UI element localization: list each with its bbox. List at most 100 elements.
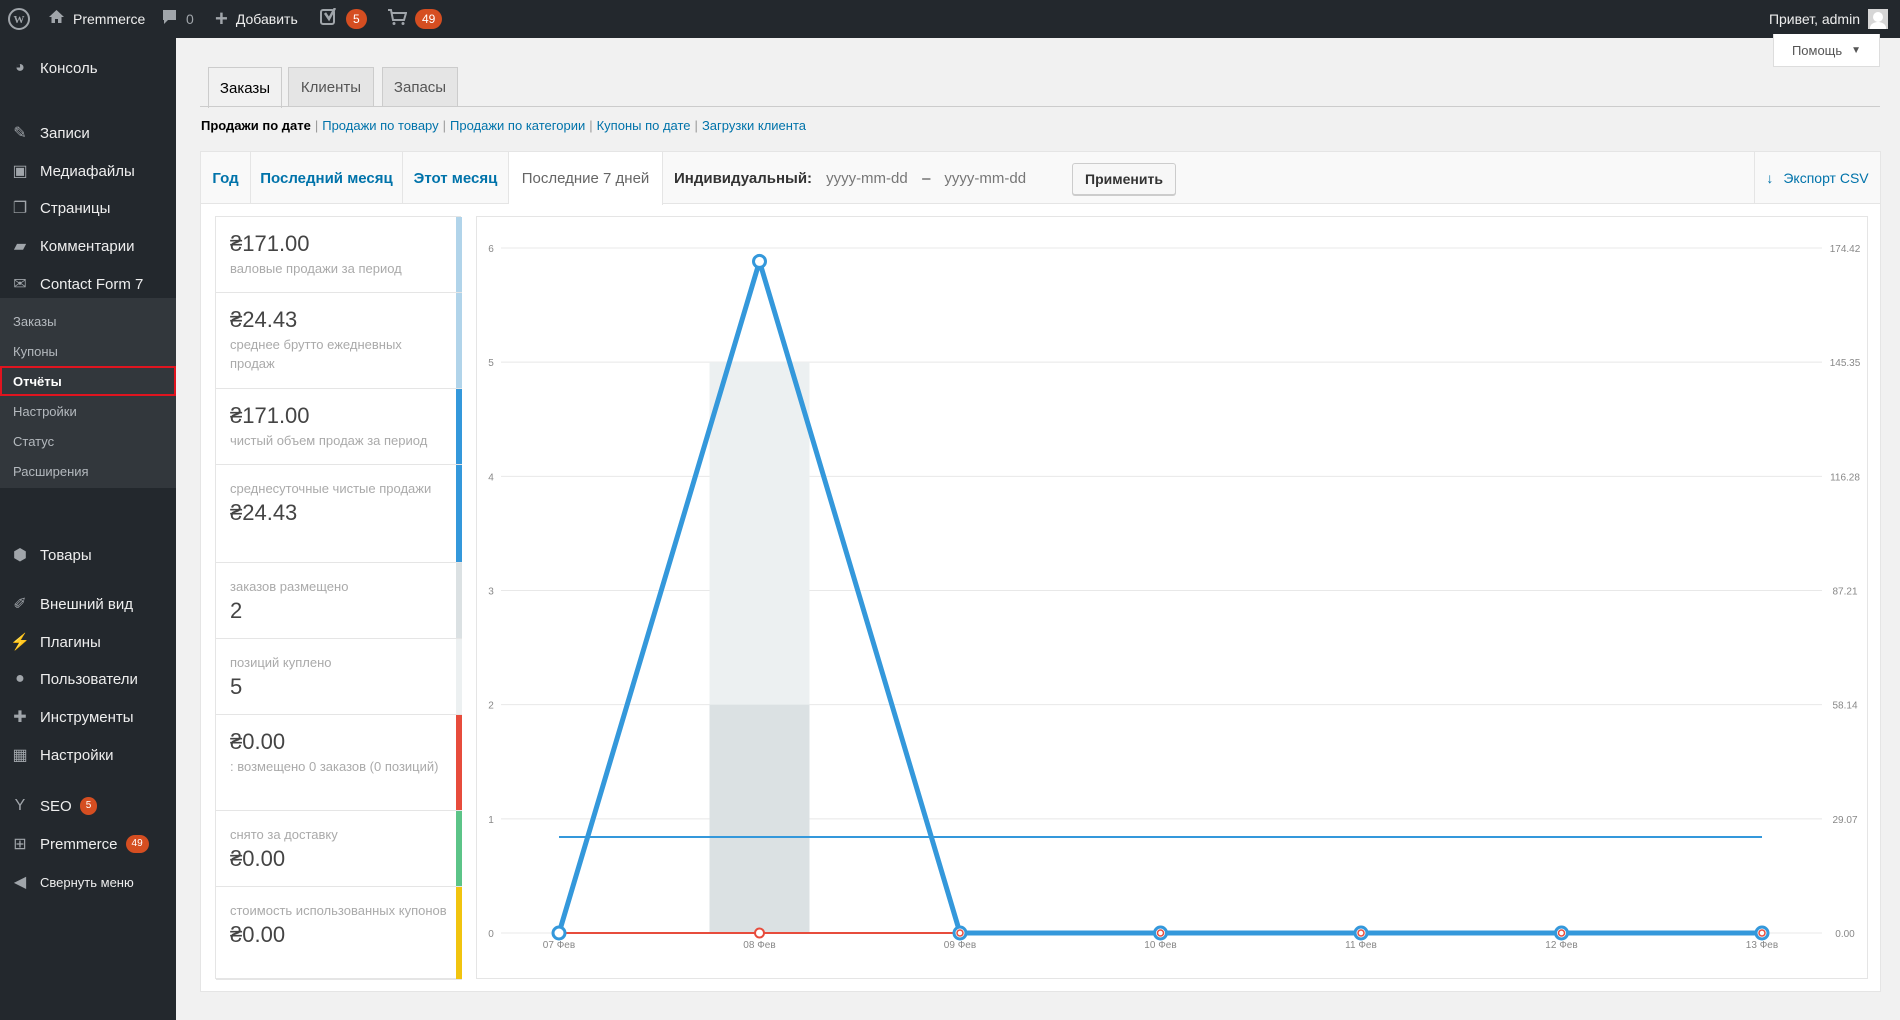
tab-stock[interactable]: Запасы: [382, 67, 458, 107]
help-button[interactable]: Помощь ▼: [1773, 34, 1880, 67]
y-left-tick-label: 3: [488, 587, 494, 598]
submenu-coupons[interactable]: Купоны: [0, 336, 176, 366]
legend-amount: ₴171.00: [230, 231, 310, 256]
y-left-tick-label: 6: [488, 244, 494, 255]
updates-count-badge: 49: [415, 9, 443, 29]
legend-amount: ₴0.00: [230, 729, 286, 754]
y-left-tick-label: 5: [488, 358, 494, 369]
menu-comments[interactable]: ▰ Комментарии: [0, 228, 176, 264]
menu-dashboard[interactable]: ◕ Консоль: [0, 50, 176, 86]
tab-customers[interactable]: Клиенты: [288, 67, 374, 107]
sales-chart-svg: 0 1 2 3 4 5 6 0.00 29.07 58.14 87.21 116.28 145.35 17…: [488, 244, 1861, 951]
menu-media[interactable]: ▣ Медиафайлы: [0, 153, 176, 189]
legend-item[interactable]: ₴171.00 чистый объем продаж за период: [216, 389, 462, 465]
x-tick-label: 09 Фев: [944, 940, 976, 951]
legend-description: среднесуточные чистые продажи: [230, 481, 432, 496]
menu-products[interactable]: ⬢ Товары: [0, 537, 176, 573]
menu-comments-label: Комментарии: [40, 237, 135, 255]
export-csv-label: Экспорт CSV: [1783, 170, 1869, 186]
subnav-customer-downloads[interactable]: Загрузки клиента: [702, 118, 806, 133]
submenu-extensions[interactable]: Расширения: [0, 456, 176, 486]
pages-icon: ❐: [12, 200, 28, 217]
menu-pages[interactable]: ❐ Страницы: [0, 190, 176, 226]
subnav-separator: |: [442, 117, 447, 133]
legend-color-bar: [456, 389, 462, 464]
legend-item[interactable]: заказов размещено 2: [216, 563, 462, 639]
range-last-month[interactable]: Последний месяц: [251, 152, 403, 204]
menu-collapse[interactable]: ◀ Свернуть меню: [0, 864, 176, 900]
subnav-separator: |: [314, 117, 319, 133]
menu-premmerce-label: Premmerce: [40, 835, 118, 853]
menu-premmerce[interactable]: ⊞ Premmerce 49: [0, 826, 176, 862]
legend-item[interactable]: стоимость использованных купонов ₴0.00: [216, 887, 462, 980]
submenu-status[interactable]: Статус: [0, 426, 176, 456]
my-account-link[interactable]: Привет, admin: [1769, 0, 1888, 38]
yoast-link[interactable]: 5: [320, 0, 367, 38]
range-this-month[interactable]: Этот месяц: [403, 152, 509, 204]
legend-item[interactable]: ₴24.43 среднее брутто ежедневных продаж: [216, 293, 462, 389]
end-date-input[interactable]: [930, 164, 1041, 192]
submenu-settings[interactable]: Настройки: [0, 396, 176, 426]
mail-icon: ✉: [13, 276, 27, 293]
menu-premmerce-badge: 49: [125, 835, 149, 853]
menu-plugins[interactable]: ⚡ Плагины: [0, 624, 176, 660]
range-year[interactable]: Год: [201, 152, 251, 204]
legend-amount: ₴171.00: [230, 403, 310, 428]
subnav-separator: |: [589, 117, 593, 133]
cart-icon: ⊞: [13, 836, 27, 853]
menu-settings[interactable]: ▦ Настройки: [0, 737, 176, 773]
comments-count: 0: [186, 11, 194, 27]
series-point-red-inner: [1156, 929, 1165, 937]
subnav-sales-by-category[interactable]: Продажи по категории: [450, 118, 585, 133]
series-point-blue: [752, 253, 767, 269]
menu-seo[interactable]: Y SEO 5: [0, 788, 176, 824]
menu-users[interactable]: ● Пользователи: [0, 661, 176, 697]
settings-icon: ▦: [12, 747, 28, 764]
apply-button[interactable]: Применить: [1072, 163, 1176, 195]
legend-item[interactable]: снято за доставку ₴0.00: [216, 811, 462, 887]
custom-range: Индивидуальный: –: [674, 152, 1041, 204]
legend-item[interactable]: ₴0.00: возмещено 0 заказов (0 позиций): [216, 715, 462, 811]
menu-contact-form[interactable]: ✉ Contact Form 7: [0, 266, 176, 302]
subnav-sales-by-product[interactable]: Продажи по товару: [322, 118, 438, 133]
menu-appearance[interactable]: ✐ Внешний вид: [0, 586, 176, 622]
new-content-label: Добавить: [235, 11, 298, 27]
subnav-separator: |: [694, 117, 698, 133]
legend-amount: 2: [230, 598, 243, 623]
export-csv-link[interactable]: ↓ Экспорт CSV: [1754, 152, 1880, 204]
wordpress-logo-icon[interactable]: W: [8, 0, 30, 38]
legend-color-bar: [456, 563, 462, 638]
custom-range-label: Индивидуальный:: [674, 169, 813, 187]
site-name-link[interactable]: Premmerce: [48, 0, 145, 38]
menu-tools[interactable]: ✚ Инструменты: [0, 699, 176, 735]
legend-item[interactable]: среднесуточные чистые продажи ₴24.43: [216, 465, 462, 563]
subnav-sales-by-date[interactable]: Продажи по дате: [201, 118, 311, 133]
menu-appearance-label: Внешний вид: [40, 595, 133, 613]
legend-color-bar: [456, 887, 462, 979]
download-arrow-icon: ↓: [1766, 170, 1774, 186]
series-point-red-inner: [956, 929, 964, 937]
legend-description: чистый объем продаж за период: [230, 433, 428, 448]
comments-link[interactable]: 0: [161, 0, 194, 38]
tabs-divider: [200, 106, 1880, 107]
legend-item[interactable]: позиций куплено 5: [216, 639, 462, 715]
start-date-input[interactable]: [812, 164, 923, 192]
premmerce-cart-link[interactable]: 49: [387, 0, 443, 38]
legend-item[interactable]: ₴171.00 валовые продажи за период: [216, 217, 462, 293]
submenu-reports[interactable]: Отчёты: [0, 366, 176, 396]
chart-legend: ₴171.00 валовые продажи за период ₴24.43 ср…: [215, 216, 462, 980]
greeting-label: Привет, admin: [1768, 11, 1860, 27]
subnav-coupons-by-date[interactable]: Купоны по дате: [597, 118, 691, 133]
y-left-tick-label: 2: [488, 701, 494, 712]
menu-posts[interactable]: ✎ Записи: [0, 115, 176, 151]
menu-collapse-label: Свернуть меню: [40, 874, 134, 890]
submenu-orders[interactable]: Заказы: [0, 306, 176, 336]
yoast-icon: [320, 6, 338, 31]
new-content-link[interactable]: + Добавить: [215, 0, 298, 38]
range-last-7-days[interactable]: Последние 7 дней: [509, 152, 663, 205]
y-right-tick-label: 87.21: [1832, 587, 1857, 598]
y-left-tick-label: 1: [488, 815, 494, 826]
tab-orders[interactable]: Заказы: [208, 67, 282, 108]
menu-users-label: Пользователи: [40, 670, 138, 688]
legend-description: позиций куплено: [230, 655, 332, 670]
